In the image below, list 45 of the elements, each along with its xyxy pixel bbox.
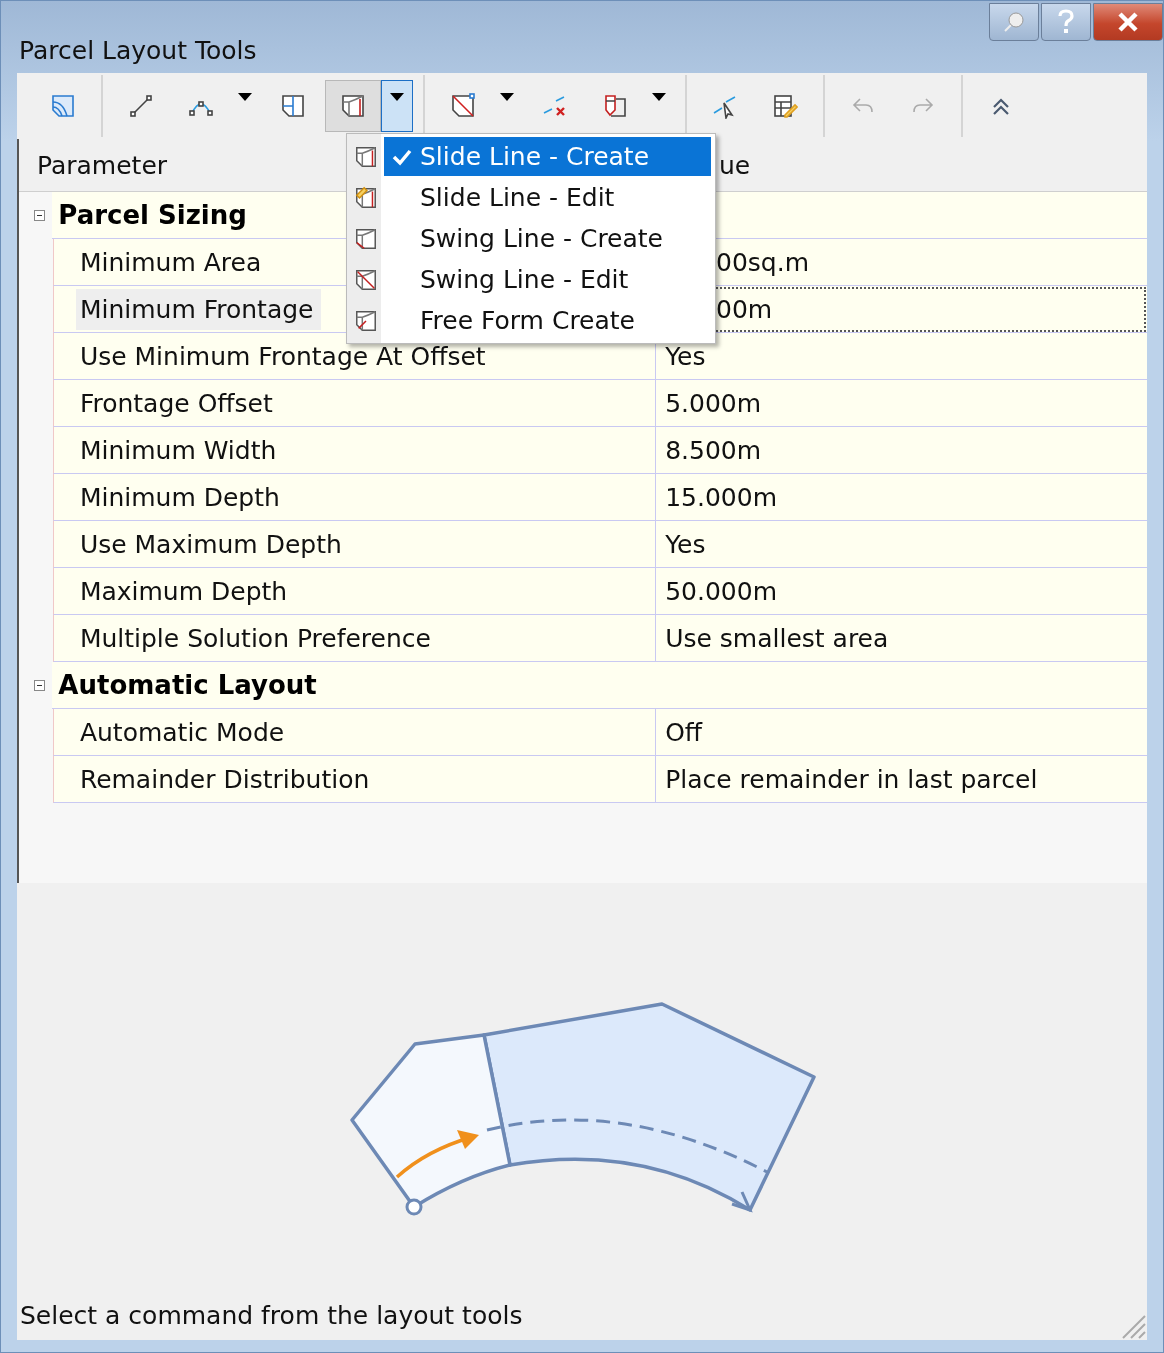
parameter-value[interactable]: Yes bbox=[655, 333, 1147, 380]
parameter-name[interactable]: Minimum Area bbox=[75, 241, 270, 283]
parameter-value[interactable]: Use smallest area bbox=[655, 615, 1147, 662]
caret-icon bbox=[390, 93, 404, 101]
menu-item[interactable]: Slide Line - Edit bbox=[384, 178, 711, 217]
parameter-value[interactable]: 5.000m bbox=[655, 380, 1147, 427]
collapse-toggle-icon[interactable] bbox=[34, 680, 46, 691]
caret-icon bbox=[238, 93, 252, 101]
free-form-icon bbox=[353, 308, 378, 333]
parameter-value[interactable]: Yes bbox=[655, 521, 1147, 568]
diagonal-parcel-icon bbox=[450, 93, 476, 119]
window-title: Parcel Layout Tools bbox=[18, 36, 257, 67]
select-line-icon bbox=[712, 93, 738, 119]
collapse-toggle-icon[interactable] bbox=[34, 210, 46, 221]
menu-item[interactable]: Slide Line - Create bbox=[384, 137, 711, 176]
close-icon bbox=[1117, 11, 1139, 33]
pin-button[interactable] bbox=[989, 3, 1039, 41]
slide-line-icon bbox=[353, 144, 378, 169]
parameter-value[interactable]: 15.000m bbox=[655, 474, 1147, 521]
parcel-corner-icon bbox=[280, 93, 306, 119]
parcel-split-icon bbox=[602, 93, 628, 119]
close-button[interactable] bbox=[1093, 3, 1163, 41]
help-button[interactable] bbox=[1041, 3, 1091, 41]
parameter-value[interactable]: 8.500m bbox=[655, 427, 1147, 474]
slide-line-icon bbox=[340, 93, 366, 119]
caret-icon bbox=[652, 93, 666, 101]
parameter-name[interactable]: Minimum Frontage bbox=[75, 288, 322, 330]
column-header: Parameter bbox=[37, 150, 168, 180]
question-icon bbox=[1057, 9, 1075, 35]
swing-line-icon bbox=[353, 226, 378, 251]
parameter-value[interactable]: Off bbox=[655, 709, 1147, 756]
parcel-icon bbox=[50, 93, 76, 119]
dropdown-button[interactable] bbox=[381, 80, 413, 132]
toolbar-button[interactable] bbox=[325, 80, 381, 132]
column-header: ue bbox=[719, 150, 751, 180]
swing-line-edit-icon bbox=[353, 267, 378, 292]
section-title: Parcel Sizing bbox=[57, 200, 247, 230]
line-icon bbox=[128, 93, 154, 119]
status-text: Select a command from the layout tools bbox=[19, 1301, 523, 1332]
caret-icon bbox=[500, 93, 514, 101]
table-edit-icon bbox=[772, 93, 798, 119]
section-title: Automatic Layout bbox=[57, 670, 317, 700]
parameter-value[interactable]: 50.000m bbox=[655, 568, 1147, 615]
parameter-value[interactable]: Place remainder in last parcel bbox=[655, 756, 1147, 803]
slide-line-edit-icon bbox=[353, 185, 378, 210]
